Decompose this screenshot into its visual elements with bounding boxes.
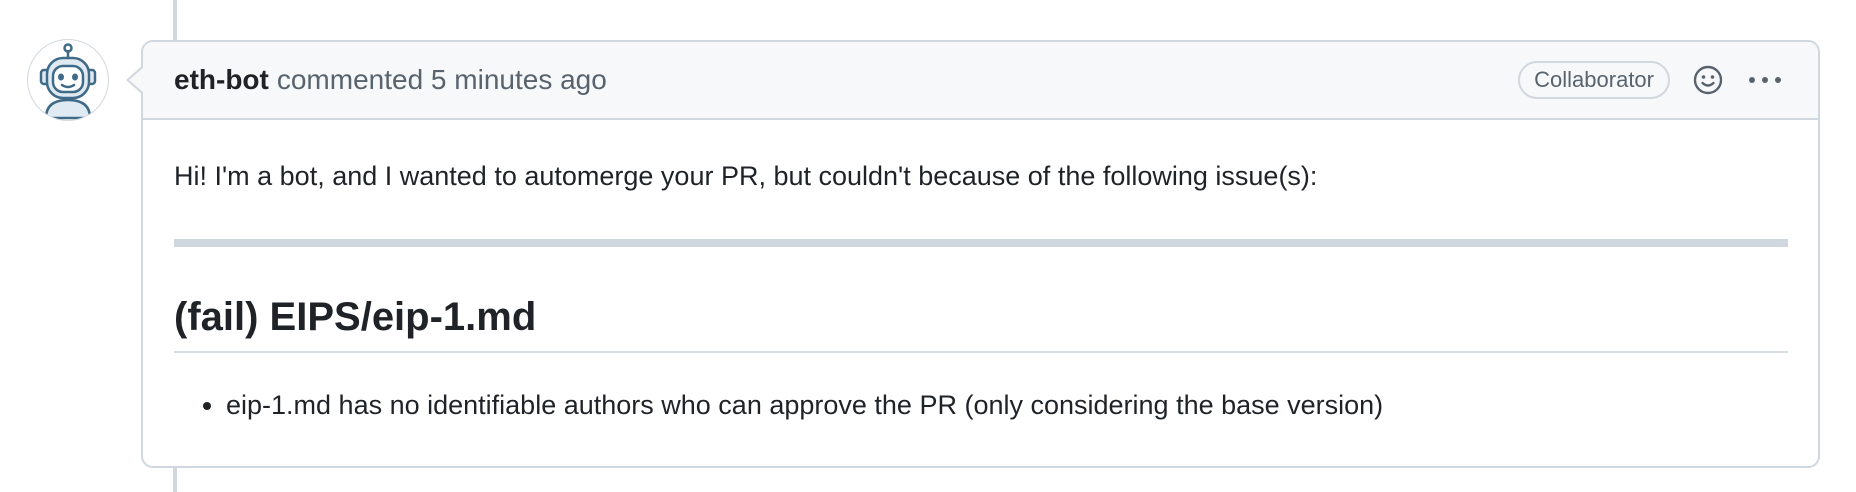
comment-timestamp[interactable]: commented 5 minutes ago (277, 64, 607, 96)
author-link[interactable]: eth-bot (174, 64, 269, 96)
robot-icon (39, 43, 97, 120)
comment-box: eth-bot commented 5 minutes ago Collabor… (126, 40, 1820, 468)
comment-body: Hi! I'm a bot, and I wanted to automerge… (143, 120, 1818, 423)
more-options-button[interactable] (1742, 60, 1788, 100)
collaborator-badge: Collaborator (1518, 61, 1670, 99)
comment-header: eth-bot commented 5 minutes ago Collabor… (143, 42, 1818, 120)
kebab-horizontal-icon (1749, 77, 1781, 83)
smiley-icon (1693, 65, 1723, 95)
comment-pointer (129, 65, 146, 95)
author-avatar[interactable] (27, 39, 109, 121)
comment-intro-text: Hi! I'm a bot, and I wanted to automerge… (174, 161, 1318, 191)
horizontal-rule (174, 239, 1788, 247)
issue-item: eip-1.md has no identifiable authors who… (226, 387, 1788, 423)
add-reaction-button[interactable] (1688, 60, 1728, 100)
issue-list: eip-1.md has no identifiable authors who… (174, 387, 1788, 423)
failure-heading: (fail) EIPS/eip-1.md (174, 295, 1788, 353)
